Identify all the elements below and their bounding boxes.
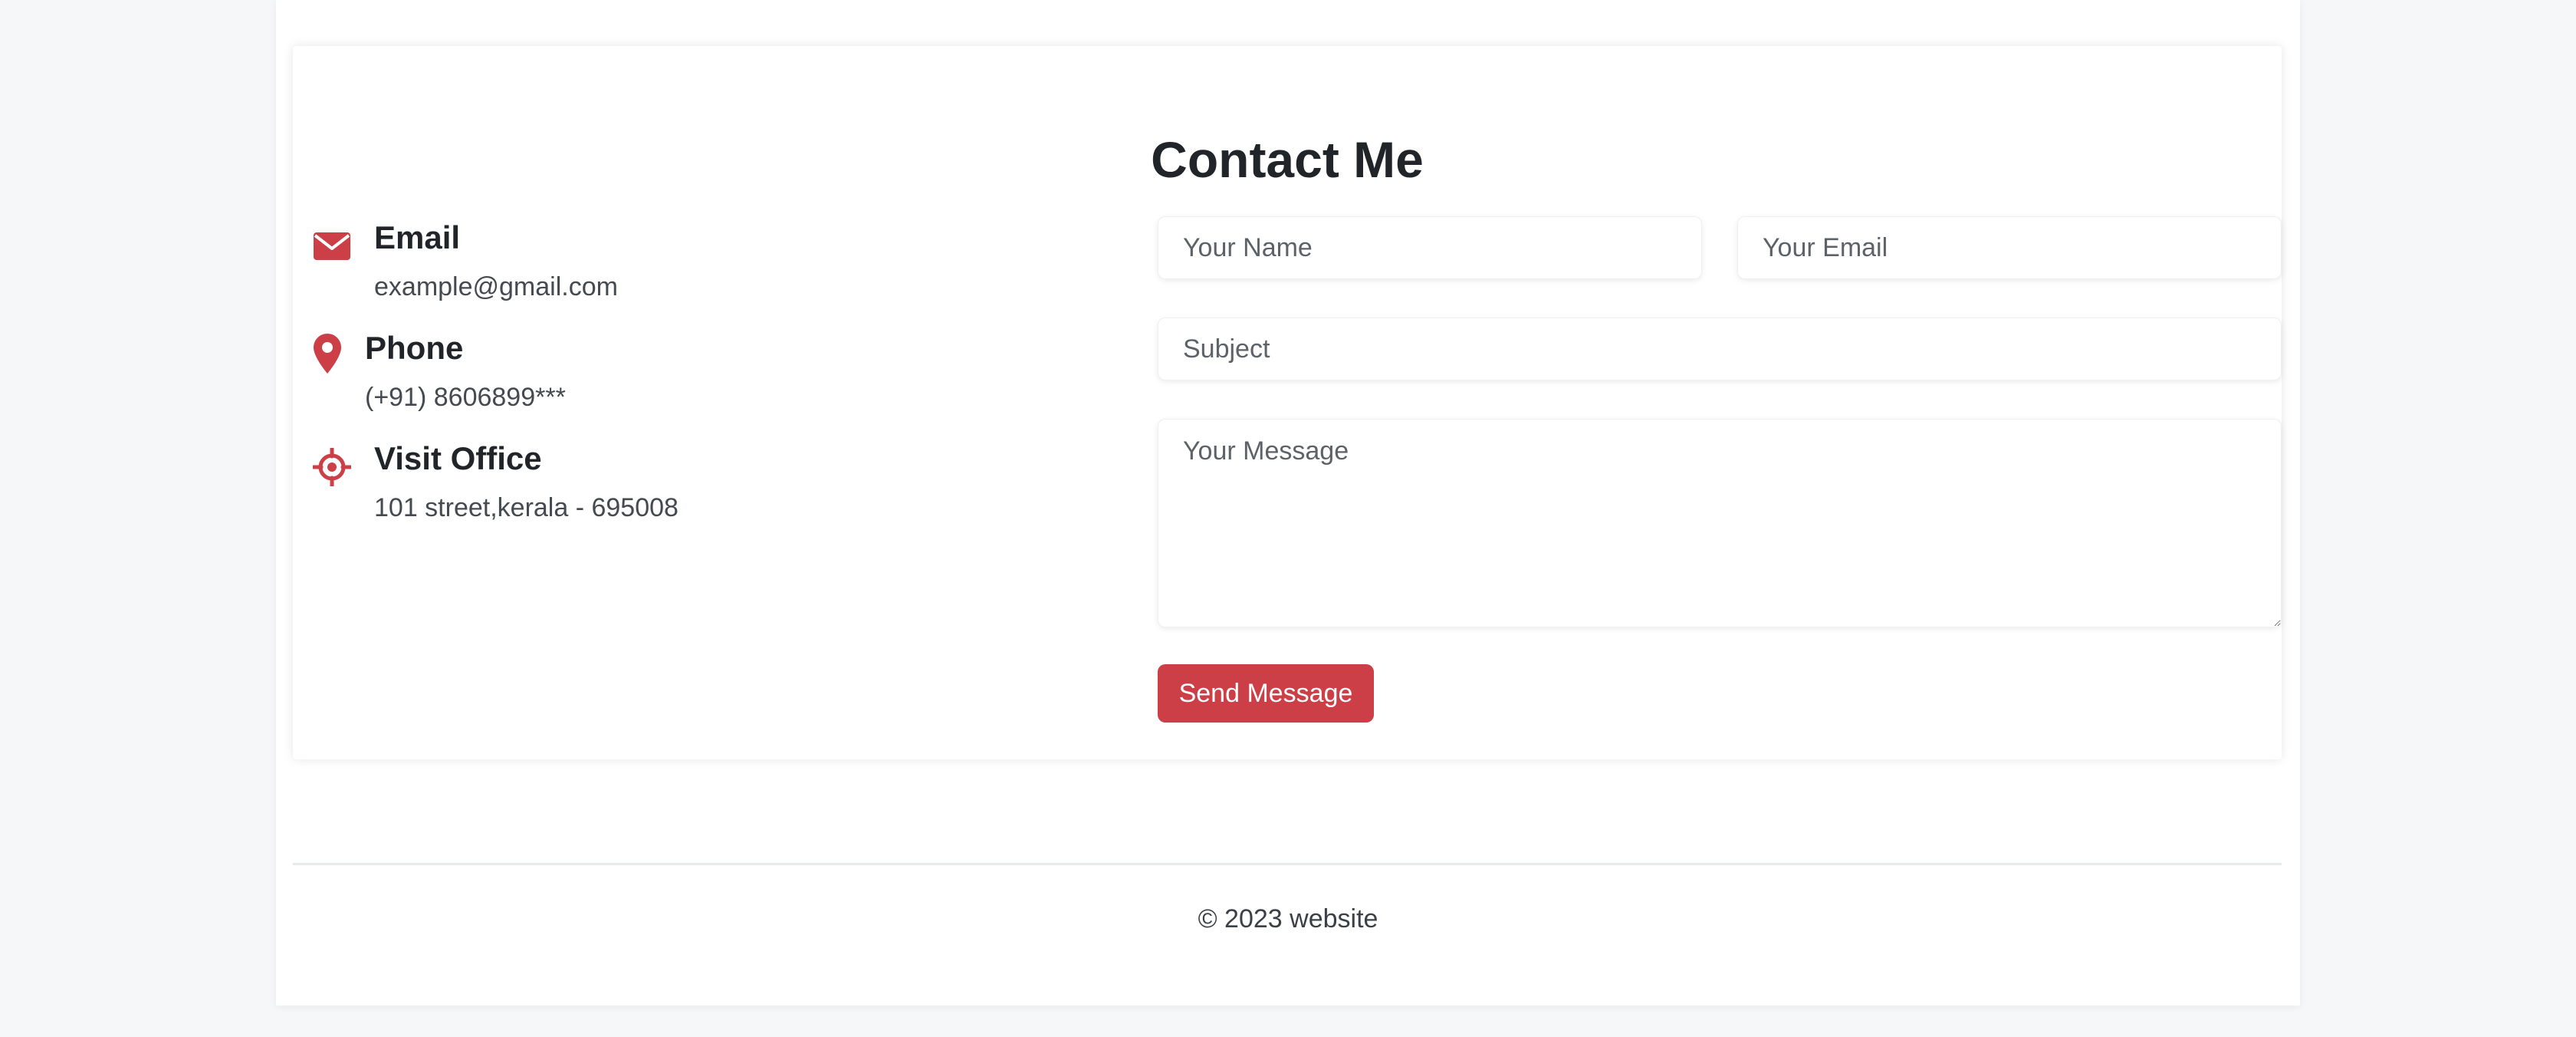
- subject-input[interactable]: [1158, 318, 2282, 380]
- map-pin-icon: [311, 333, 343, 374]
- contact-info-office: Visit Office 101 street,kerala - 695008: [311, 439, 1078, 531]
- name-input[interactable]: [1158, 216, 1702, 279]
- footer-copyright: © 2023 website: [1198, 904, 1378, 933]
- contact-info-label: Phone: [365, 330, 464, 366]
- contact-info-phone: Phone (+91) 8606899***: [311, 328, 1078, 420]
- message-textarea[interactable]: [1158, 419, 2282, 627]
- contact-info-email: Email example@gmail.com: [311, 218, 1078, 310]
- page-container: Contact Me Email example@gmail.com Phone: [276, 0, 2300, 1006]
- crosshair-icon: [311, 446, 353, 488]
- contact-info-value: 101 street,kerala - 695008: [374, 493, 678, 522]
- contact-info-value: (+91) 8606899***: [365, 383, 566, 412]
- send-message-button[interactable]: Send Message: [1158, 664, 1374, 723]
- footer-divider: [293, 863, 2282, 865]
- email-input[interactable]: [1737, 216, 2282, 279]
- contact-info-label: Visit Office: [374, 440, 542, 476]
- contact-info-label: Email: [374, 219, 461, 255]
- contact-info-value: example@gmail.com: [374, 272, 618, 301]
- section-title: Contact Me: [1151, 131, 1424, 188]
- contact-section: Contact Me Email example@gmail.com Phone: [293, 46, 2282, 759]
- envelope-icon: [311, 226, 353, 267]
